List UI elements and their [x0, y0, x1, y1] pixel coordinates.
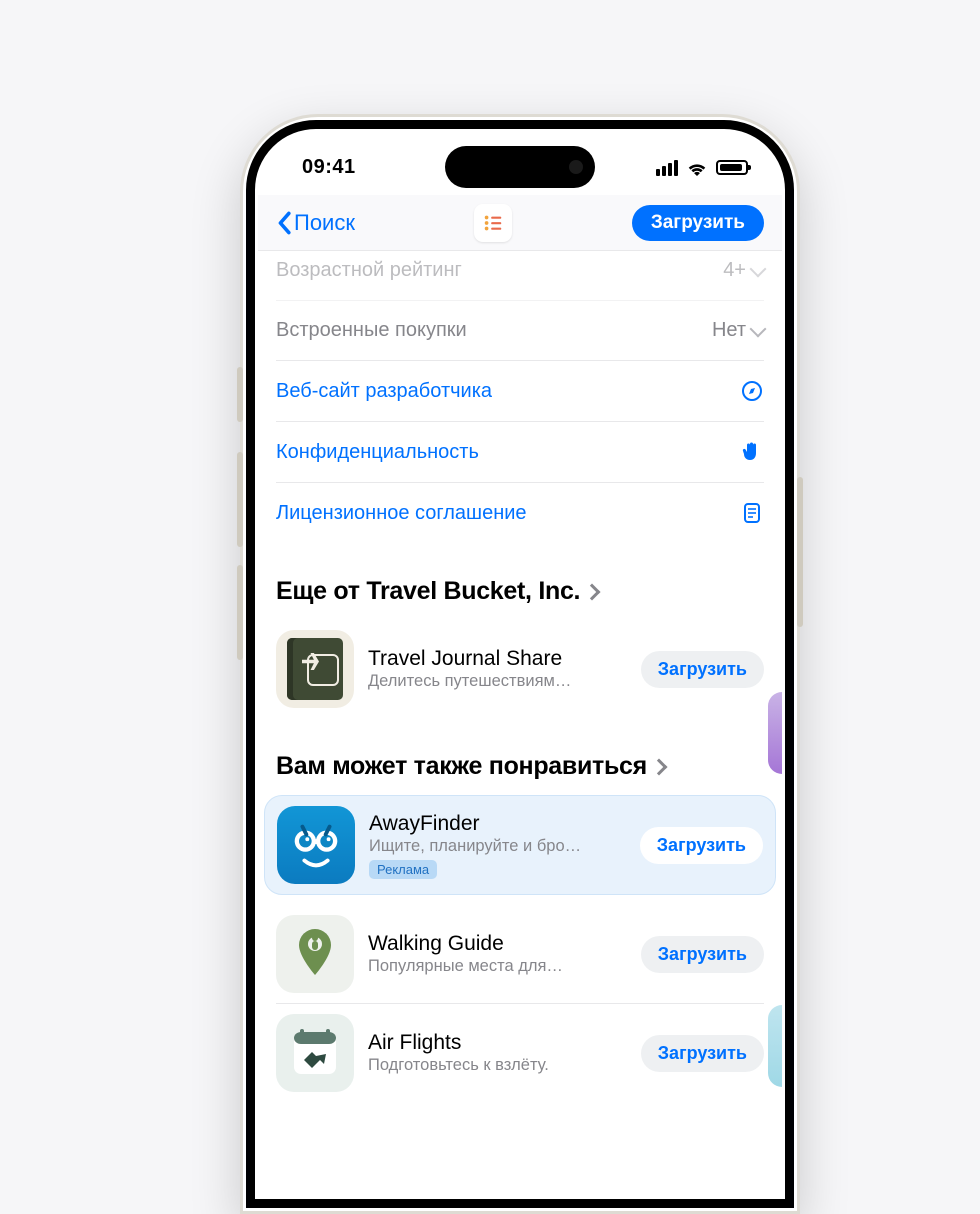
row-value: Нет [712, 319, 746, 342]
cellular-icon [656, 160, 678, 176]
checklist-icon [482, 212, 504, 234]
app-name: Walking Guide [368, 932, 627, 956]
app-name: AwayFinder [369, 812, 626, 836]
download-button[interactable]: Загрузить [641, 936, 764, 973]
row-value: 4+ [723, 259, 746, 282]
app-icon [277, 806, 355, 884]
carousel-peek[interactable] [768, 692, 782, 774]
app-row-travel-journal[interactable]: Travel Journal Share Делитесь путешестви… [276, 620, 764, 718]
download-button[interactable]: Загрузить [641, 1035, 764, 1072]
download-button[interactable]: Загрузить [632, 205, 764, 241]
side-button [237, 367, 243, 422]
status-time: 09:41 [302, 156, 356, 179]
side-button [797, 477, 803, 627]
wifi-icon [686, 160, 708, 176]
app-row-walking-guide[interactable]: Walking Guide Популярные места для… Загр… [276, 905, 764, 1004]
row-developer-website[interactable]: Веб-сайт разработчика [276, 361, 764, 422]
section-header[interactable]: Вам может также понравиться [276, 752, 764, 781]
row-label: Лицензионное соглашение [276, 502, 527, 525]
row-label: Встроенные покупки [276, 319, 467, 342]
download-button[interactable]: Загрузить [641, 651, 764, 688]
side-button [237, 452, 243, 547]
dynamic-island [445, 146, 595, 188]
row-license[interactable]: Лицензионное соглашение [276, 483, 764, 543]
row-privacy[interactable]: Конфиденциальность [276, 422, 764, 483]
app-subtitle: Подготовьтесь к взлёту. [368, 1056, 627, 1075]
app-row-air-flights[interactable]: Air Flights Подготовьтесь к взлёту. Загр… [276, 1004, 764, 1102]
back-button[interactable]: Поиск [276, 210, 355, 236]
ad-badge: Реклама [369, 860, 437, 879]
carousel-peek[interactable] [768, 1005, 782, 1087]
section-title: Еще от Travel Bucket, Inc. [276, 577, 580, 606]
compass-icon [740, 379, 764, 403]
chevron-down-icon [750, 320, 767, 337]
app-icon [276, 1014, 354, 1092]
chevron-left-icon [276, 211, 292, 235]
hand-icon [740, 440, 764, 464]
app-title-icon[interactable] [474, 204, 512, 242]
you-might-like-section: Вам может также понравиться AwayFinder И… [276, 752, 764, 1102]
download-button[interactable]: Загрузить [640, 827, 763, 864]
row-label: Веб-сайт разработчика [276, 380, 492, 403]
chevron-right-icon [650, 758, 667, 775]
row-age-rating[interactable]: Возрастной рейтинг 4+ [276, 251, 764, 301]
section-header[interactable]: Еще от Travel Bucket, Inc. [276, 577, 764, 606]
row-in-app-purchases[interactable]: Встроенные покупки Нет [276, 301, 764, 361]
more-from-developer-section: Еще от Travel Bucket, Inc. Travel Journa… [276, 577, 764, 718]
chevron-down-icon [750, 260, 767, 277]
app-name: Air Flights [368, 1031, 627, 1055]
app-subtitle: Популярные места для… [368, 957, 627, 976]
nav-bar: Поиск Загрузить [258, 195, 782, 251]
document-icon [740, 501, 764, 525]
phone-frame: 09:41 Поиск Загрузить [240, 114, 800, 1214]
section-title: Вам может также понравиться [276, 752, 647, 781]
row-label: Возрастной рейтинг [276, 259, 462, 282]
content-scroll[interactable]: Возрастной рейтинг 4+ Встроенные покупки… [258, 251, 782, 1102]
screen: 09:41 Поиск Загрузить [258, 132, 782, 1211]
app-subtitle: Ищите, планируйте и бро… [369, 837, 626, 856]
battery-icon [716, 160, 748, 175]
row-label: Конфиденциальность [276, 441, 479, 464]
back-label: Поиск [294, 210, 355, 236]
side-button [237, 565, 243, 660]
app-icon [276, 630, 354, 708]
app-icon [276, 915, 354, 993]
app-row-awayfinder[interactable]: AwayFinder Ищите, планируйте и бро… Рекл… [264, 795, 776, 895]
app-name: Travel Journal Share [368, 647, 627, 671]
chevron-right-icon [584, 583, 601, 600]
app-subtitle: Делитесь путешествиям… [368, 672, 627, 691]
